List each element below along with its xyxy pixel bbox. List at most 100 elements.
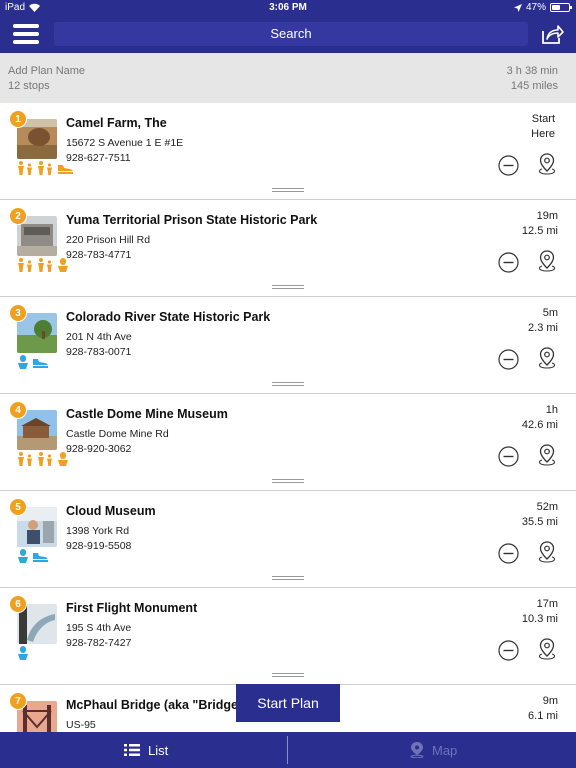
stop-address: 1398 York Rd xyxy=(66,525,130,537)
stop-phone[interactable]: 928-783-0071 xyxy=(66,346,131,358)
stop-row[interactable]: 6 First Flight Monument 195 S 4th Ave 92… xyxy=(0,588,576,685)
share-icon[interactable] xyxy=(540,23,564,45)
stop-number-badge: 3 xyxy=(9,304,27,322)
stop-travel-time: 1h xyxy=(545,404,558,416)
list-icon xyxy=(124,744,140,756)
stop-travel-time: 19m xyxy=(536,210,558,222)
stop-name[interactable]: Colorado River State Historic Park xyxy=(66,310,270,324)
stop-name[interactable]: McPhaul Bridge (aka "Bridge xyxy=(66,698,238,712)
stop-amenities xyxy=(17,549,49,563)
plan-header: Add Plan Name 12 stops 3 h 38 min 145 mi… xyxy=(0,53,576,103)
stop-distance: 2.3 mi xyxy=(528,322,558,334)
stop-name[interactable]: First Flight Monument xyxy=(66,601,197,615)
drag-handle[interactable] xyxy=(272,673,304,678)
map-pin-icon[interactable] xyxy=(537,347,557,371)
stop-amenities xyxy=(17,452,69,466)
family-icon xyxy=(18,452,32,466)
stop-travel-time: Start xyxy=(531,113,555,125)
plan-name-input[interactable]: Add Plan Name xyxy=(8,65,85,77)
remove-stop-icon[interactable] xyxy=(498,155,519,176)
stop-distance: 35.5 mi xyxy=(521,516,558,528)
status-right: 47% xyxy=(513,2,572,13)
stop-name[interactable]: Cloud Museum xyxy=(66,504,156,518)
stops-list: 1 Camel Farm, The 15672 S Avenue 1 E #1E… xyxy=(0,103,576,732)
drag-handle[interactable] xyxy=(272,576,304,581)
map-pin-icon[interactable] xyxy=(537,250,557,274)
stop-address: 15672 S Avenue 1 E #1E xyxy=(66,137,184,149)
stop-name[interactable]: Castle Dome Mine Museum xyxy=(66,407,228,421)
stop-phone[interactable]: 928-920-3062 xyxy=(66,443,131,455)
stop-address: 195 S 4th Ave xyxy=(66,622,132,634)
map-pin-icon[interactable] xyxy=(537,153,557,177)
person-icon xyxy=(18,355,28,369)
drag-handle[interactable] xyxy=(272,479,304,484)
stop-distance: 12.5 mi xyxy=(521,225,558,237)
shoe-icon xyxy=(33,553,48,562)
person-icon xyxy=(18,646,28,660)
status-bar: iPad 3:06 PM 47% xyxy=(0,0,576,16)
tab-map-label: Map xyxy=(432,742,458,758)
stop-number-badge: 4 xyxy=(9,401,27,419)
stop-row[interactable]: 2 Yuma Territorial Prison State Historic… xyxy=(0,200,576,297)
family-icon xyxy=(18,258,32,272)
drag-handle[interactable] xyxy=(272,285,304,290)
stop-phone[interactable]: 928-627-7511 xyxy=(66,152,131,164)
tab-list[interactable]: List xyxy=(124,732,168,768)
location-arrow-icon xyxy=(513,3,522,12)
stop-distance: 42.6 mi xyxy=(521,419,558,431)
stop-phone[interactable]: 928-783-4771 xyxy=(66,249,131,261)
plan-duration: 3 h 38 min xyxy=(506,65,558,77)
remove-stop-icon[interactable] xyxy=(498,640,519,661)
tab-list-label: List xyxy=(148,742,169,758)
stop-amenities xyxy=(17,355,49,369)
stop-phone[interactable]: 928-919-5508 xyxy=(66,540,131,552)
stop-row[interactable]: 5 Cloud Museum 1398 York Rd 928-919-5508… xyxy=(0,491,576,588)
family-icon xyxy=(18,161,32,175)
map-pin-icon[interactable] xyxy=(537,638,557,662)
family-icon xyxy=(38,452,52,466)
stop-distance: Here xyxy=(531,128,555,140)
stop-number-badge: 1 xyxy=(9,110,27,128)
plan-distance: 145 miles xyxy=(510,80,558,92)
remove-stop-icon[interactable] xyxy=(498,252,519,273)
family-icon xyxy=(38,258,52,272)
battery-icon xyxy=(550,3,572,12)
tab-bar: List Map xyxy=(0,732,576,768)
stop-distance: 6.1 mi xyxy=(528,710,558,722)
search-input[interactable]: Search xyxy=(54,22,528,46)
map-pin-icon[interactable] xyxy=(537,541,557,565)
family-icon xyxy=(38,161,52,175)
stop-amenities xyxy=(17,258,69,272)
remove-stop-icon[interactable] xyxy=(498,543,519,564)
stop-row[interactable]: 3 Colorado River State Historic Park 201… xyxy=(0,297,576,394)
map-pin-icon[interactable] xyxy=(537,444,557,468)
stop-travel-time: 9m xyxy=(542,695,558,707)
start-plan-button[interactable]: Start Plan xyxy=(236,684,340,722)
stop-name[interactable]: Yuma Territorial Prison State Historic P… xyxy=(66,213,317,227)
menu-icon[interactable] xyxy=(13,22,39,46)
stop-row[interactable]: 1 Camel Farm, The 15672 S Avenue 1 E #1E… xyxy=(0,103,576,200)
drag-handle[interactable] xyxy=(272,188,304,193)
map-pin-icon xyxy=(410,742,424,758)
stop-phone[interactable]: 928-782-7427 xyxy=(66,637,131,649)
stop-number-badge: 6 xyxy=(9,595,27,613)
stop-name[interactable]: Camel Farm, The xyxy=(66,116,167,130)
person-icon xyxy=(18,549,28,563)
stop-travel-time: 5m xyxy=(542,307,558,319)
remove-stop-icon[interactable] xyxy=(498,446,519,467)
nav-bar: Search xyxy=(0,16,576,53)
status-time: 3:06 PM xyxy=(269,2,307,13)
stop-address: 201 N 4th Ave xyxy=(66,331,132,343)
tab-map[interactable]: Map xyxy=(410,732,457,768)
stop-address: US-95 xyxy=(66,719,96,731)
stop-number-badge: 5 xyxy=(9,498,27,516)
stop-distance: 10.3 mi xyxy=(521,613,558,625)
stop-row[interactable]: 4 Castle Dome Mine Museum Castle Dome Mi… xyxy=(0,394,576,491)
remove-stop-icon[interactable] xyxy=(498,349,519,370)
stop-travel-time: 17m xyxy=(536,598,558,610)
stop-number-badge: 2 xyxy=(9,207,27,225)
drag-handle[interactable] xyxy=(272,382,304,387)
stop-number-badge: 7 xyxy=(9,692,27,710)
stop-address: 220 Prison Hill Rd xyxy=(66,234,151,246)
stop-travel-time: 52m xyxy=(536,501,558,513)
